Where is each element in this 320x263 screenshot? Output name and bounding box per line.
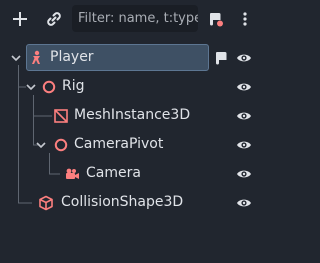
kebab-menu-icon — [243, 12, 247, 26]
tree-item-rig[interactable]: Rig — [0, 72, 268, 101]
character-body-icon — [32, 50, 40, 64]
tree-item-label: Rig — [62, 78, 85, 94]
filter-input[interactable] — [78, 11, 198, 26]
scene-toolbar — [0, 0, 268, 38]
eye-icon[interactable] — [236, 79, 252, 95]
eye-icon[interactable] — [236, 50, 252, 66]
chevron-down-icon[interactable] — [10, 52, 22, 64]
eye-icon[interactable] — [236, 195, 252, 211]
eye-icon[interactable] — [236, 108, 252, 124]
tree-item-meshinstance3d[interactable]: MeshInstance3D — [0, 101, 268, 130]
eye-icon[interactable] — [236, 137, 252, 153]
filter-field[interactable] — [72, 5, 198, 32]
node3d-icon — [54, 138, 68, 152]
chevron-down-icon[interactable] — [25, 81, 37, 93]
more-options-button[interactable] — [232, 6, 258, 32]
tree-item-label: Player — [50, 49, 94, 65]
mesh-instance-icon — [54, 109, 68, 123]
tree-item-label: Camera — [86, 165, 141, 181]
node3d-icon — [42, 80, 56, 94]
script-icon[interactable] — [213, 50, 229, 66]
chain-link-icon — [47, 12, 61, 26]
tree-item-label: MeshInstance3D — [74, 107, 191, 123]
tree-item-player[interactable]: Player — [0, 43, 268, 72]
attach-script-button[interactable] — [203, 6, 229, 32]
script-icon — [210, 13, 223, 27]
eye-icon[interactable] — [236, 166, 252, 182]
instantiate-scene-button[interactable] — [41, 6, 67, 32]
chevron-down-icon[interactable] — [35, 139, 47, 151]
tree-item-label: CameraPivot — [74, 136, 164, 152]
plus-icon — [13, 12, 27, 26]
tree-item-camera[interactable]: Camera — [0, 159, 268, 188]
add-node-button[interactable] — [7, 6, 33, 32]
camera-icon — [66, 168, 79, 179]
tree-item-collisionshape3d[interactable]: CollisionShape3D — [0, 188, 268, 217]
tree-item-label: CollisionShape3D — [61, 194, 184, 210]
tree-item-camerapivot[interactable]: CameraPivot — [0, 130, 268, 159]
collision-shape-icon — [39, 195, 53, 211]
